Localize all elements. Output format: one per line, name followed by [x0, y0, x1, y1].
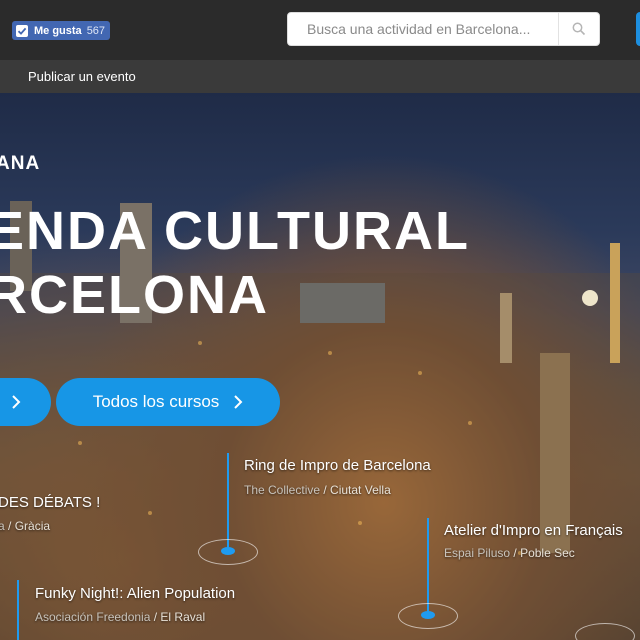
- map-pin-dot[interactable]: [221, 547, 235, 555]
- top-bar: Me gusta 567: [0, 0, 640, 60]
- hero-title-line-1: ENDA CULTURAL: [0, 201, 470, 261]
- chevron-right-icon: [12, 395, 21, 409]
- event-location: Espai Piluso / Poble Sec: [444, 546, 575, 560]
- search-icon: [572, 22, 586, 36]
- hero-left-button[interactable]: [0, 378, 51, 426]
- event-title[interactable]: Ring de Impro de Barcelona: [244, 457, 431, 474]
- event-area[interactable]: Poble Sec: [520, 546, 575, 560]
- event-location: Asociación Freedonia / El Raval: [35, 610, 206, 624]
- map-pin-line: [17, 580, 19, 640]
- hero-kicker: ANA: [0, 153, 41, 174]
- event-area[interactable]: Gràcia: [15, 519, 50, 533]
- map-pin-line: [227, 453, 229, 548]
- like-count: 567: [86, 24, 106, 37]
- event-venue[interactable]: a: [0, 519, 5, 533]
- event-venue[interactable]: Asociación Freedonia: [35, 610, 150, 624]
- search-button[interactable]: [558, 13, 599, 45]
- publish-event-link[interactable]: Publicar un evento: [28, 69, 136, 84]
- all-courses-label: Todos los cursos: [92, 392, 220, 411]
- event-title[interactable]: DES DÉBATS !: [0, 494, 100, 511]
- map-pin-line: [427, 518, 429, 613]
- event-location: The Collective / Ciutat Vella: [244, 483, 391, 497]
- event-venue[interactable]: Espai Piluso: [444, 546, 510, 560]
- edge-action-button[interactable]: [636, 12, 640, 46]
- all-courses-button[interactable]: Todos los cursos: [56, 378, 280, 426]
- event-area[interactable]: Ciutat Vella: [330, 483, 391, 497]
- event-area[interactable]: El Raval: [160, 610, 205, 624]
- chevron-right-icon: [234, 395, 243, 409]
- search-input[interactable]: [288, 13, 558, 45]
- hero-banner: ANA ENDA CULTURAL RCELONA Todos los curs…: [0, 93, 640, 640]
- event-title[interactable]: Funky Night!: Alien Population: [35, 585, 235, 602]
- like-label: Me gusta: [34, 24, 82, 37]
- search-box: [287, 12, 600, 46]
- facebook-like-button[interactable]: Me gusta 567: [12, 21, 111, 40]
- sub-navigation: Publicar un evento: [0, 60, 640, 93]
- hero-title-line-2: RCELONA: [0, 265, 269, 325]
- thumbs-up-icon: [16, 24, 28, 37]
- event-title[interactable]: Atelier d'Impro en Français: [444, 522, 623, 539]
- event-venue[interactable]: The Collective: [244, 483, 320, 497]
- map-pin-dot[interactable]: [421, 611, 435, 619]
- event-location: a / Gràcia: [0, 519, 51, 533]
